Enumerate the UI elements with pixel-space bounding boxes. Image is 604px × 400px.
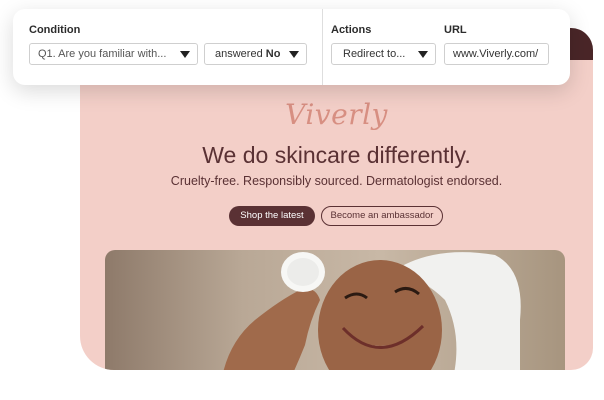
action-value: Redirect to... — [343, 48, 406, 60]
ambassador-button[interactable]: Become an ambassador — [321, 206, 443, 226]
hero-subline: Cruelty-free. Responsibly sourced. Derma… — [170, 174, 503, 188]
url-value: www.Viverly.com/ — [453, 48, 539, 60]
hero-headline: We do skincare differently. — [202, 142, 471, 168]
panel-divider — [322, 9, 323, 85]
answer-prefix: answered — [215, 48, 263, 60]
answer-select[interactable]: answered No — [204, 43, 307, 65]
hero-photo — [105, 250, 565, 370]
chevron-down-icon — [289, 51, 299, 58]
shop-button[interactable]: Shop the latest — [229, 206, 315, 226]
actions-label: Actions — [331, 24, 372, 36]
answer-value: No — [265, 48, 281, 60]
website-preview: Viverly We do skincare differently. Crue… — [80, 60, 593, 370]
question-value: Q1. Are you familiar with... — [38, 48, 167, 60]
question-select[interactable]: Q1. Are you familiar with... — [29, 43, 198, 65]
rule-panel: Condition Q1. Are you familiar with... a… — [13, 9, 570, 85]
action-select[interactable]: Redirect to... — [331, 43, 436, 65]
url-label: URL — [444, 24, 467, 36]
chevron-down-icon — [180, 51, 190, 58]
chevron-down-icon — [418, 51, 428, 58]
condition-label: Condition — [29, 24, 81, 36]
brand-logo: Viverly — [285, 98, 388, 131]
url-input[interactable]: www.Viverly.com/ — [444, 43, 549, 65]
